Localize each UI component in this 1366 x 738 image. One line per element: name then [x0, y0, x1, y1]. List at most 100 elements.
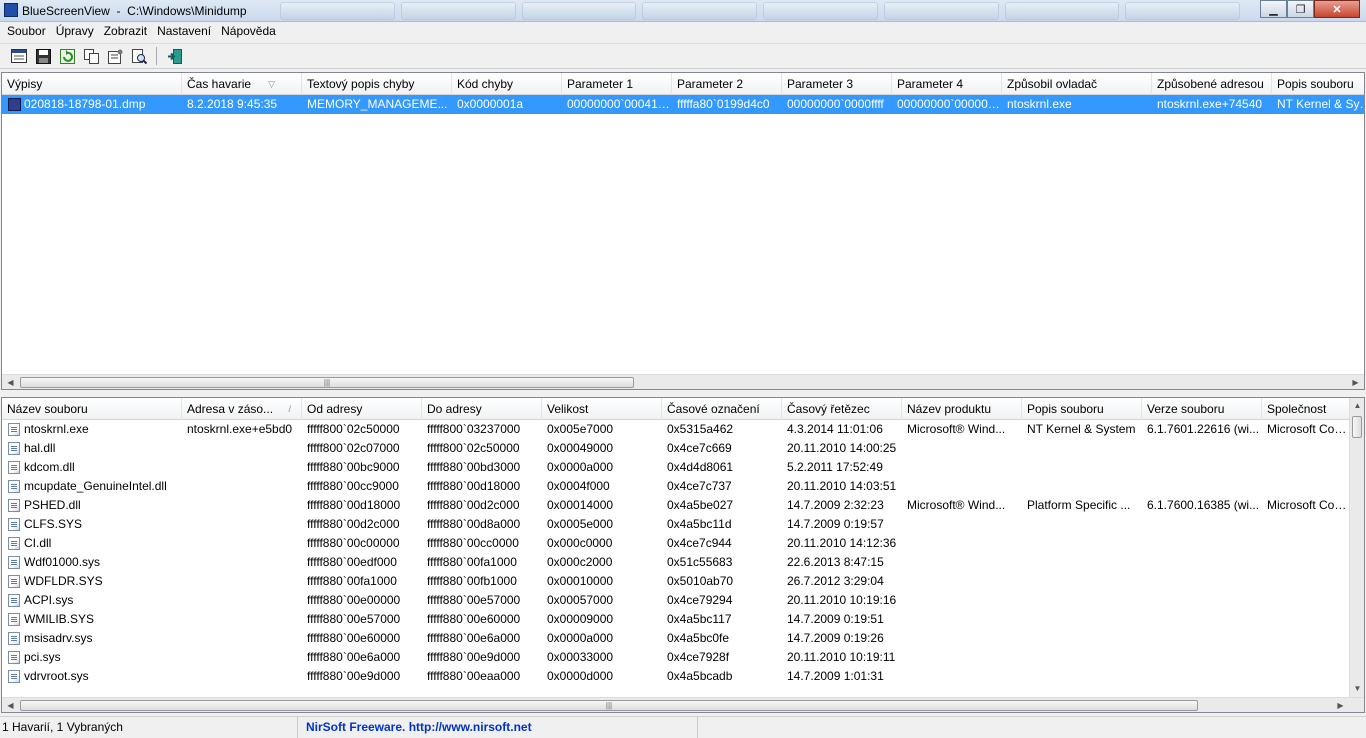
driver-filename: vdrvroot.sys [24, 669, 89, 683]
app-icon [4, 3, 18, 17]
col-caused-by-address[interactable]: Způsobené adresou [1152, 73, 1272, 95]
address-in-stack-cell [182, 439, 302, 458]
driver-row[interactable]: CLFS.SYS fffff880`00d2c000 fffff880`00d8a0… [2, 515, 1350, 534]
copy-icon[interactable] [80, 45, 102, 67]
col-time-string[interactable]: Časový řetězec [782, 398, 902, 420]
crash-row[interactable]: 020818-18798-01.dmp 8.2.2018 9:45:35 MEM… [2, 95, 1364, 114]
scroll-left-arrow-icon[interactable]: ◀ [2, 698, 19, 712]
menu-view[interactable]: Zobrazit [99, 22, 152, 42]
driver-row[interactable]: ACPI.sys fffff880`00e00000 fffff880`00e570… [2, 591, 1350, 610]
col-address-in-stack[interactable]: Adresa v záso... / [182, 398, 302, 420]
scroll-thumb[interactable]: ||| [20, 377, 634, 388]
driver-list-hscrollbar[interactable]: ◀ ||| ▶ [2, 697, 1364, 712]
driver-row[interactable]: kdcom.dll fffff880`00bc9000 fffff880`00bd3… [2, 458, 1350, 477]
scroll-right-arrow-icon[interactable]: ▶ [1347, 375, 1364, 389]
driver-file-icon [8, 670, 20, 683]
filename-cell: Wdf01000.sys [2, 553, 182, 572]
time-stamp-cell: 0x4ce7c669 [667, 441, 732, 455]
dump-filename-cell: 020818-18798-01.dmp [2, 95, 182, 114]
menu-file[interactable]: Soubor [2, 22, 51, 42]
title-bar: BlueScreenView - C:\Windows\Minidump ▁ ❐… [0, 0, 1366, 22]
time-stamp-cell: 0x4a5bc11d [667, 517, 732, 531]
nirsoft-link[interactable]: NirSoft Freeware. http://www.nirsoft.net [298, 717, 698, 738]
col-size[interactable]: Velikost [542, 398, 662, 420]
pane-splitter[interactable] [0, 390, 1366, 397]
menu-help[interactable]: Nápověda [216, 22, 281, 42]
col-time-stamp[interactable]: Časové označení [662, 398, 782, 420]
to-address-cell: fffff880`00fa1000 [427, 555, 517, 569]
save-icon[interactable] [32, 45, 54, 67]
driver-row[interactable]: hal.dll fffff800`02c07000 fffff800`02c5000… [2, 439, 1350, 458]
col-product-name[interactable]: Název produktu [902, 398, 1022, 420]
driver-row[interactable]: PSHED.dll fffff880`00d18000 fffff880`00d2c… [2, 496, 1350, 515]
crash-list-header: Výpisy Čas havarie ▽ Textový popis chyby … [2, 73, 1364, 95]
time-stamp-cell: 0x4a5bc117 [667, 612, 732, 626]
crash-list-hscrollbar[interactable]: ◀ ||| ▶ [2, 374, 1364, 389]
driver-row[interactable]: WDFLDR.SYS fffff880`00fa1000 fffff880`00fb… [2, 572, 1350, 591]
col-file-description[interactable]: Popis souboru [1272, 73, 1364, 95]
size-cell: 0x00014000 [547, 498, 614, 512]
file-version-cell [1142, 534, 1262, 553]
to-address-cell: fffff880`00bd3000 [427, 460, 521, 474]
col-to-address[interactable]: Do adresy [422, 398, 542, 420]
scroll-down-arrow-icon[interactable]: ▼ [1350, 681, 1364, 697]
file-description-cell [1022, 572, 1142, 591]
col-parameter-3[interactable]: Parameter 3 [782, 73, 892, 95]
driver-row[interactable]: ntoskrnl.exe ntoskrnl.exe+e5bd0 fffff800`0… [2, 420, 1350, 439]
col-crash-time[interactable]: Čas havarie ▽ [182, 73, 302, 95]
html-report-icon[interactable] [8, 45, 30, 67]
col-bugcheck-string[interactable]: Textový popis chyby [302, 73, 452, 95]
driver-row[interactable]: WMILIB.SYS fffff880`00e57000 fffff880`00e6… [2, 610, 1350, 629]
col-file-description[interactable]: Popis souboru [1022, 398, 1142, 420]
menu-options[interactable]: Nastavení [152, 22, 216, 42]
col-from-address[interactable]: Od adresy [302, 398, 422, 420]
file-description-cell [1022, 667, 1142, 686]
col-caused-by-driver[interactable]: Způsobil ovladač [1002, 73, 1152, 95]
size-cell: 0x0000a000 [547, 460, 614, 474]
driver-row[interactable]: mcupdate_GenuineIntel.dll fffff880`00cc90… [2, 477, 1350, 496]
caused-by-address-cell: ntoskrnl.exe+74540 [1157, 97, 1263, 111]
col-file-version[interactable]: Verze souboru [1142, 398, 1262, 420]
to-address-cell: fffff880`00d8a000 [427, 517, 521, 531]
file-description-cell [1022, 648, 1142, 667]
filename-cell: PSHED.dll [2, 496, 182, 515]
size-cell: 0x0000d000 [547, 669, 614, 683]
col-parameter-1[interactable]: Parameter 1 [562, 73, 672, 95]
scroll-up-arrow-icon[interactable]: ▲ [1350, 398, 1364, 414]
to-address-cell: fffff880`00e6a000 [427, 631, 521, 645]
company-cell [1262, 648, 1350, 667]
time-string-cell: 14.7.2009 0:19:57 [787, 517, 884, 531]
col-parameter-4[interactable]: Parameter 4 [892, 73, 1002, 95]
menu-edit[interactable]: Úpravy [51, 22, 99, 42]
refresh-icon[interactable] [56, 45, 78, 67]
exit-icon[interactable] [163, 45, 185, 67]
from-address-cell: fffff880`00d18000 [307, 498, 401, 512]
close-button[interactable]: ✕ [1314, 0, 1360, 18]
col-bugcheck-code[interactable]: Kód chyby [452, 73, 562, 95]
col-filename[interactable]: Název souboru [2, 398, 182, 420]
file-description-cell [1022, 534, 1142, 553]
find-icon[interactable] [128, 45, 150, 67]
properties-icon[interactable] [104, 45, 126, 67]
driver-row[interactable]: msisadrv.sys fffff880`00e60000 fffff880`00… [2, 629, 1350, 648]
col-parameter-2[interactable]: Parameter 2 [672, 73, 782, 95]
time-stamp-cell: 0x4ce7c944 [667, 536, 732, 550]
from-address-cell: fffff880`00e60000 [307, 631, 401, 645]
driver-row[interactable]: pci.sys fffff880`00e6a000 fffff880`00e9d00… [2, 648, 1350, 667]
maximize-button[interactable]: ❐ [1287, 0, 1314, 18]
company-cell: Microsoft Corporation [1267, 498, 1350, 512]
scroll-right-arrow-icon[interactable]: ▶ [1332, 698, 1349, 712]
driver-row[interactable]: vdrvroot.sys fffff880`00e9d000 fffff880`00… [2, 667, 1350, 686]
driver-row[interactable]: Wdf01000.sys fffff880`00edf000 fffff880`00… [2, 553, 1350, 572]
minimize-button[interactable]: ▁ [1260, 0, 1287, 18]
driver-file-icon [8, 518, 20, 531]
driver-list-vscrollbar[interactable]: ▲ ▼ [1349, 398, 1364, 697]
scroll-thumb[interactable]: ||| [20, 700, 1198, 711]
driver-row[interactable]: CI.dll fffff880`00c00000 fffff880`00cc0000… [2, 534, 1350, 553]
time-stamp-cell: 0x51c55683 [667, 555, 733, 569]
col-dumps[interactable]: Výpisy [2, 73, 182, 95]
scroll-left-arrow-icon[interactable]: ◀ [2, 375, 19, 389]
vscroll-thumb[interactable] [1352, 416, 1362, 438]
company-cell [1262, 439, 1350, 458]
col-company[interactable]: Společnost [1262, 398, 1350, 420]
